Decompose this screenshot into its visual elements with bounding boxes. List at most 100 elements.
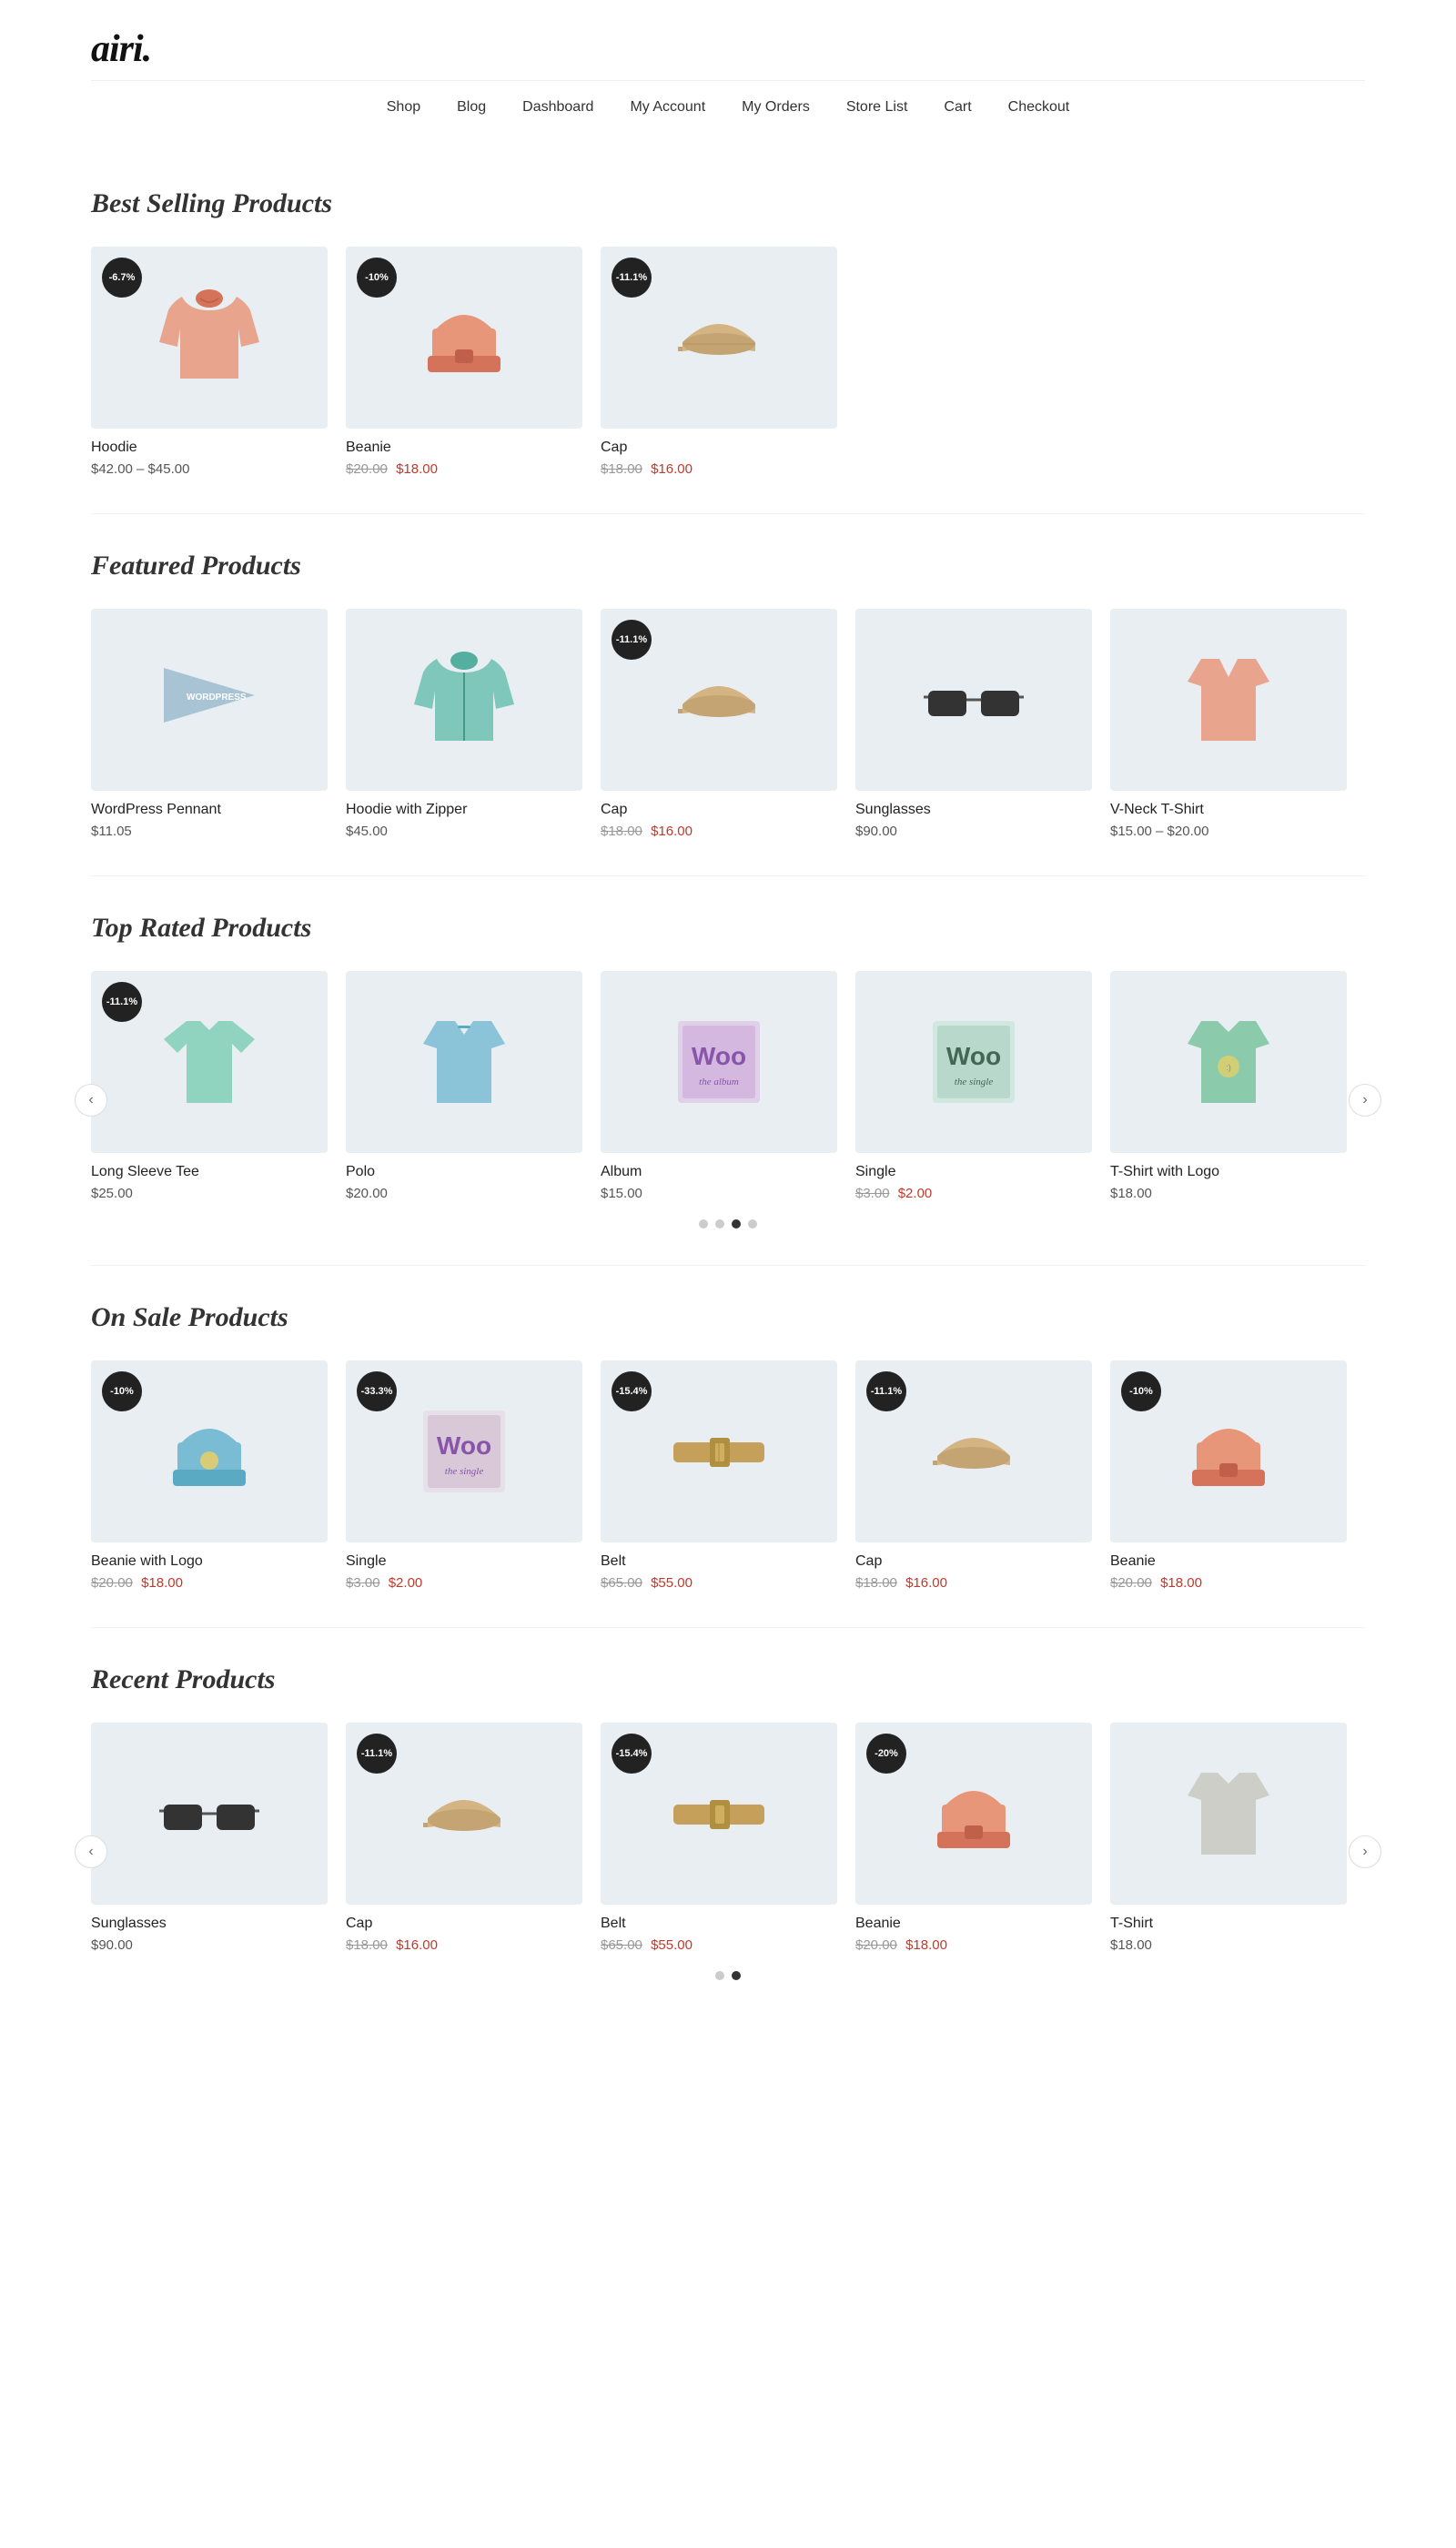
carousel-right-button-recent[interactable]: › bbox=[1349, 1835, 1381, 1868]
svg-text:Woo: Woo bbox=[946, 1042, 1001, 1070]
tshirt-logo-illustration: :) bbox=[1174, 1003, 1283, 1121]
product-price: $65.00 $55.00 bbox=[601, 1575, 837, 1591]
product-name: Beanie with Logo bbox=[91, 1553, 328, 1570]
product-image-vneck[interactable] bbox=[1110, 609, 1347, 791]
dot-4[interactable] bbox=[748, 1219, 757, 1228]
discount-badge: -15.4% bbox=[612, 1371, 652, 1411]
original-price: $65.00 bbox=[601, 1575, 642, 1591]
top-rated-grid: -11.1% Long Sleeve Tee $25.00 Polo $ bbox=[91, 971, 1365, 1201]
nav-my-account[interactable]: My Account bbox=[630, 99, 705, 116]
sunglasses-illustration bbox=[919, 641, 1028, 759]
product-image-single[interactable]: Woo the single bbox=[855, 971, 1092, 1153]
sale-price: $16.00 bbox=[651, 461, 693, 477]
tshirt2-illustration bbox=[1174, 1754, 1283, 1873]
list-item: Polo $20.00 bbox=[346, 971, 582, 1201]
product-name: Album bbox=[601, 1164, 837, 1180]
product-price: $20.00 $18.00 bbox=[346, 461, 582, 477]
nav-my-orders[interactable]: My Orders bbox=[742, 99, 810, 116]
on-sale-title: On Sale Products bbox=[91, 1302, 1365, 1333]
product-image-cap-recent[interactable]: -11.1% bbox=[346, 1723, 582, 1905]
product-image-tshirt-logo[interactable]: :) bbox=[1110, 971, 1347, 1153]
product-image-beanie[interactable]: -10% bbox=[346, 247, 582, 429]
product-image-polo[interactable] bbox=[346, 971, 582, 1153]
product-price: $25.00 bbox=[91, 1186, 328, 1201]
nav-blog[interactable]: Blog bbox=[457, 99, 486, 116]
product-image-longsleeve[interactable]: -11.1% bbox=[91, 971, 328, 1153]
product-name: V-Neck T-Shirt bbox=[1110, 802, 1347, 818]
original-price: $3.00 bbox=[855, 1186, 890, 1201]
product-price: $18.00 bbox=[1110, 1937, 1347, 1953]
product-image-belt[interactable]: -15.4% bbox=[601, 1360, 837, 1542]
product-image-single2[interactable]: -33.3% Woo the single bbox=[346, 1360, 582, 1542]
sunglasses2-illustration bbox=[155, 1754, 264, 1873]
product-price: $42.00 – $45.00 bbox=[91, 461, 328, 477]
product-image-belt2[interactable]: -15.4% bbox=[601, 1723, 837, 1905]
original-price: $20.00 bbox=[91, 1575, 133, 1591]
dot-2[interactable] bbox=[715, 1219, 724, 1228]
discount-badge: -6.7% bbox=[102, 258, 142, 298]
product-image-hoodie[interactable]: -6.7% bbox=[91, 247, 328, 429]
product-name: Single bbox=[346, 1553, 582, 1570]
product-image-cap2[interactable]: -11.1% bbox=[601, 609, 837, 791]
product-image-beanie3[interactable]: -20% bbox=[855, 1723, 1092, 1905]
product-price: $20.00 $18.00 bbox=[1110, 1575, 1347, 1591]
product-image-sunglasses2[interactable] bbox=[91, 1723, 328, 1905]
product-image-cap3[interactable]: -11.1% bbox=[855, 1360, 1092, 1542]
product-image-tshirt2[interactable] bbox=[1110, 1723, 1347, 1905]
recent-dot-2[interactable] bbox=[732, 1971, 741, 1980]
product-image-beanie-logo[interactable]: -10% bbox=[91, 1360, 328, 1542]
product-price: $20.00 bbox=[346, 1186, 582, 1201]
product-name: Hoodie bbox=[91, 440, 328, 456]
product-name: Cap bbox=[601, 440, 837, 456]
nav-cart[interactable]: Cart bbox=[944, 99, 971, 116]
carousel-right-button[interactable]: › bbox=[1349, 1084, 1381, 1117]
svg-text::): :) bbox=[1226, 1063, 1231, 1072]
nav-dashboard[interactable]: Dashboard bbox=[522, 99, 593, 116]
nav-checkout[interactable]: Checkout bbox=[1008, 99, 1070, 116]
nav-store-list[interactable]: Store List bbox=[846, 99, 908, 116]
discount-badge: -10% bbox=[102, 1371, 142, 1411]
original-price: $18.00 bbox=[601, 461, 642, 477]
product-name: Beanie bbox=[346, 440, 582, 456]
dot-3[interactable] bbox=[732, 1219, 741, 1228]
product-price: $20.00 $18.00 bbox=[855, 1937, 1092, 1953]
product-image-beanie2[interactable]: -10% bbox=[1110, 1360, 1347, 1542]
sale-price: $16.00 bbox=[396, 1937, 438, 1953]
list-item: -11.1% Cap $18.00 $16.00 bbox=[346, 1723, 582, 1953]
product-price: $20.00 $18.00 bbox=[91, 1575, 328, 1591]
carousel-left-button[interactable]: ‹ bbox=[75, 1835, 107, 1868]
product-image-pennant[interactable]: WORDPRESS bbox=[91, 609, 328, 791]
svg-text:the single: the single bbox=[955, 1077, 994, 1087]
list-item: Sunglasses $90.00 bbox=[855, 609, 1092, 839]
top-rated-carousel: ‹ -11.1% Long Sleeve Tee $25.00 bbox=[91, 971, 1365, 1228]
original-price: $18.00 bbox=[855, 1575, 897, 1591]
list-item: T-Shirt $18.00 bbox=[1110, 1723, 1347, 1953]
logo[interactable]: airi. bbox=[91, 27, 1365, 71]
sale-price: $55.00 bbox=[651, 1937, 693, 1953]
product-image-hoodie-zipper[interactable] bbox=[346, 609, 582, 791]
svg-text:Woo: Woo bbox=[437, 1431, 491, 1460]
recent-section: Recent Products ‹ Sunglasses $90.00 bbox=[0, 1628, 1456, 2017]
original-price: $3.00 bbox=[346, 1575, 380, 1591]
discount-badge: -33.3% bbox=[357, 1371, 397, 1411]
product-image-album[interactable]: Woo the album bbox=[601, 971, 837, 1153]
carousel-left-button[interactable]: ‹ bbox=[75, 1084, 107, 1117]
product-image-cap[interactable]: -11.1% bbox=[601, 247, 837, 429]
sale-price: $18.00 bbox=[141, 1575, 183, 1591]
featured-title: Featured Products bbox=[91, 551, 1365, 581]
list-item: :) T-Shirt with Logo $18.00 bbox=[1110, 971, 1347, 1201]
beanie-illustration bbox=[410, 278, 519, 397]
product-price: $3.00 $2.00 bbox=[346, 1575, 582, 1591]
product-price: $15.00 – $20.00 bbox=[1110, 824, 1347, 839]
product-name: T-Shirt with Logo bbox=[1110, 1164, 1347, 1180]
product-price: $90.00 bbox=[855, 824, 1092, 839]
nav-shop[interactable]: Shop bbox=[387, 99, 420, 116]
discount-badge: -11.1% bbox=[866, 1371, 906, 1411]
sale-price: $16.00 bbox=[651, 824, 693, 839]
product-price: $11.05 bbox=[91, 824, 328, 839]
recent-dot-1[interactable] bbox=[715, 1971, 724, 1980]
product-price: $3.00 $2.00 bbox=[855, 1186, 1092, 1201]
product-image-sunglasses[interactable] bbox=[855, 609, 1092, 791]
dot-1[interactable] bbox=[699, 1219, 708, 1228]
original-price: $20.00 bbox=[855, 1937, 897, 1953]
